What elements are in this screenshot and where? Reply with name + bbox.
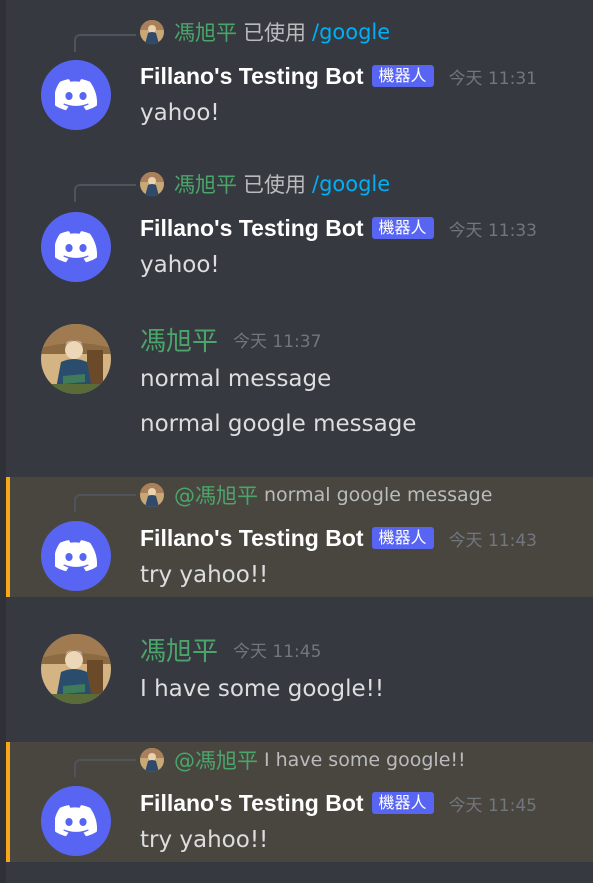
reply-preview[interactable]: 馮旭平 已使用 /google: [140, 170, 390, 198]
bot-avatar[interactable]: [41, 212, 111, 282]
reply-spine: [74, 759, 136, 777]
bot-tag: 機器人: [371, 527, 434, 549]
user-avatar[interactable]: [41, 634, 111, 704]
message-bot-1: 馮旭平 已使用 /google Fillano's Testing Bot 機器…: [6, 0, 593, 150]
reply-text[interactable]: I have some google!!: [264, 749, 466, 771]
reply-text[interactable]: normal google message: [264, 484, 492, 506]
message-content: try yahoo!!: [140, 562, 269, 588]
timestamp[interactable]: 今天 11:45: [449, 791, 537, 816]
message-content: I have some google!!: [140, 676, 385, 702]
message-content: try yahoo!!: [140, 827, 269, 853]
message-bot-2: 馮旭平 已使用 /google Fillano's Testing Bot 機器…: [6, 150, 593, 300]
message-header: Fillano's Testing Bot 機器人 今天 11:33: [140, 213, 537, 243]
discord-logo-icon: [55, 540, 97, 572]
message-bot-3: @馮旭平 normal google message Fillano's Tes…: [6, 477, 593, 597]
discord-logo-icon: [55, 231, 97, 263]
bot-avatar[interactable]: [41, 60, 111, 130]
bot-avatar[interactable]: [41, 786, 111, 856]
timestamp[interactable]: 今天 11:31: [449, 64, 537, 89]
author-name[interactable]: Fillano's Testing Bot: [140, 790, 364, 817]
reply-spine: [74, 494, 136, 512]
message-header: Fillano's Testing Bot 機器人 今天 11:31: [140, 61, 537, 91]
slash-command[interactable]: /google: [312, 172, 390, 196]
user-mini-avatar: [140, 172, 164, 196]
slash-command[interactable]: /google: [312, 20, 390, 44]
message-header: Fillano's Testing Bot 機器人 今天 11:43: [140, 523, 537, 553]
user-mini-avatar: [140, 20, 164, 44]
reply-preview[interactable]: @馮旭平 normal google message: [140, 481, 492, 509]
reply-preview[interactable]: 馮旭平 已使用 /google: [140, 18, 390, 46]
reply-used-label: 已使用: [243, 173, 306, 197]
bot-avatar[interactable]: [41, 521, 111, 591]
message-header: 馮旭平 今天 11:37: [140, 324, 321, 356]
user-avatar[interactable]: [41, 324, 111, 394]
user-mini-avatar: [140, 483, 164, 507]
timestamp[interactable]: 今天 11:43: [449, 526, 537, 551]
bot-tag: 機器人: [371, 217, 434, 239]
message-header: 馮旭平 今天 11:45: [140, 634, 321, 666]
author-name[interactable]: Fillano's Testing Bot: [140, 525, 364, 552]
reply-author[interactable]: 馮旭平: [174, 17, 237, 47]
reply-preview[interactable]: @馮旭平 I have some google!!: [140, 746, 466, 774]
reply-author[interactable]: @馮旭平: [174, 480, 258, 510]
timestamp[interactable]: 今天 11:37: [233, 327, 321, 352]
message-bot-4: @馮旭平 I have some google!! Fillano's Test…: [6, 742, 593, 862]
message-user-1: 馮旭平 今天 11:37 normal message normal googl…: [6, 300, 593, 475]
timestamp[interactable]: 今天 11:33: [449, 216, 537, 241]
message-content: yahoo!: [140, 100, 220, 126]
bot-tag: 機器人: [371, 65, 434, 87]
author-name[interactable]: 馮旭平: [140, 631, 218, 668]
reply-author[interactable]: @馮旭平: [174, 745, 258, 775]
bot-tag: 機器人: [371, 792, 434, 814]
user-mini-avatar: [140, 748, 164, 772]
message-header: Fillano's Testing Bot 機器人 今天 11:45: [140, 788, 537, 818]
message-content: yahoo!: [140, 252, 220, 278]
reply-spine: [74, 34, 136, 52]
reply-used-label: 已使用: [243, 21, 306, 45]
message-user-2: 馮旭平 今天 11:45 I have some google!!: [6, 610, 593, 740]
message-content: normal message: [140, 366, 332, 392]
reply-author[interactable]: 馮旭平: [174, 169, 237, 199]
discord-logo-icon: [55, 79, 97, 111]
timestamp[interactable]: 今天 11:45: [233, 637, 321, 662]
message-content: normal google message: [140, 411, 417, 437]
author-name[interactable]: 馮旭平: [140, 321, 218, 358]
author-name[interactable]: Fillano's Testing Bot: [140, 215, 364, 242]
author-name[interactable]: Fillano's Testing Bot: [140, 63, 364, 90]
discord-logo-icon: [55, 805, 97, 837]
reply-spine: [74, 184, 136, 202]
